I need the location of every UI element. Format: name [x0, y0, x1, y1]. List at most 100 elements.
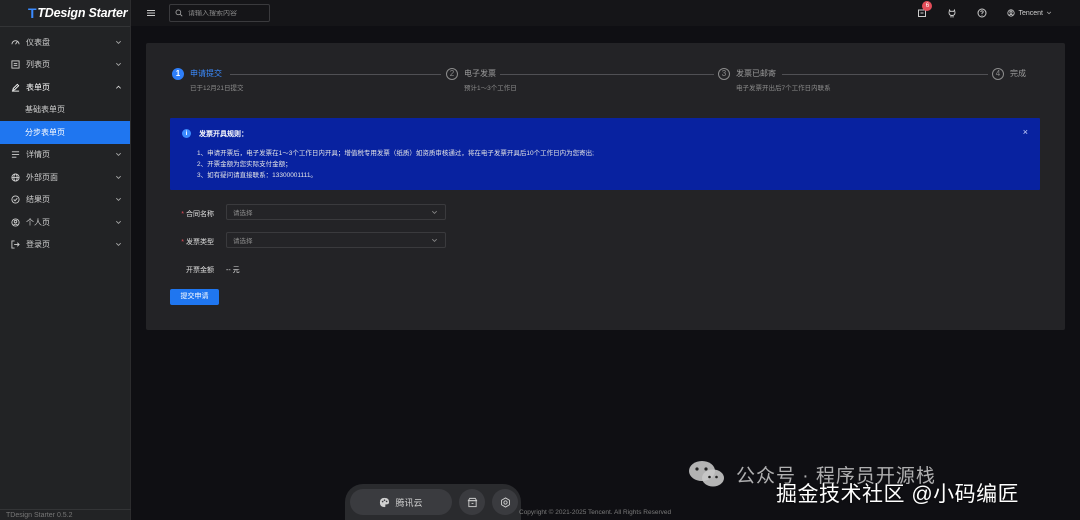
- chevron-down-icon: [116, 175, 121, 179]
- logo-text: TDesign Starter: [37, 6, 128, 20]
- sidebar-item-list[interactable]: 列表页: [0, 54, 130, 77]
- sidebar-item-label: 详情页: [26, 150, 50, 160]
- sidebar-subitem-basic-form[interactable]: 基础表单页: [0, 99, 130, 122]
- step-number: 2: [446, 68, 458, 80]
- detail-icon: [11, 150, 20, 159]
- sidebar-item-detail[interactable]: 详情页: [0, 144, 130, 167]
- logout-icon: [11, 240, 20, 249]
- invoice-amount-value: -- 元: [226, 267, 240, 274]
- alert-title: 发票开具规则：: [199, 131, 248, 138]
- user-name: Tencent: [1018, 9, 1043, 17]
- top-header: 6 Tencent: [131, 0, 1080, 26]
- submit-application-button[interactable]: 提交申请: [170, 289, 219, 305]
- step-number: 1: [172, 68, 184, 80]
- logo-mark: T: [28, 5, 37, 21]
- sidebar-item-login[interactable]: 登录页: [0, 234, 130, 257]
- contract-name-select[interactable]: 请选择: [226, 204, 446, 220]
- step-description: 电子发票开出后7个工作日内联系: [736, 85, 831, 92]
- step-number: 3: [718, 68, 730, 80]
- store-icon[interactable]: [459, 489, 485, 515]
- sidebar-item-label: 外部页面: [26, 172, 58, 182]
- chevron-down-icon: [432, 238, 437, 242]
- required-mark: *: [181, 211, 184, 218]
- step-number: 4: [992, 68, 1004, 80]
- select-placeholder: 请选择: [233, 210, 253, 217]
- dashboard-icon: [11, 38, 20, 47]
- invoice-type-select[interactable]: 请选择: [226, 232, 446, 248]
- chevron-down-icon: [116, 153, 121, 157]
- user-icon: [11, 218, 20, 227]
- step-form-card: 1 申请提交 已于12月21日提交 2 电子发票 预计1～3个工作日 3 发票已…: [146, 43, 1065, 330]
- step-4[interactable]: 4 完成: [992, 68, 1026, 80]
- github-icon[interactable]: [947, 8, 957, 18]
- floating-toolbar: 腾讯云: [345, 484, 521, 520]
- user-menu[interactable]: Tencent: [1007, 9, 1055, 17]
- sidebar-item-personal[interactable]: 个人页: [0, 211, 130, 234]
- search-icon: [175, 9, 183, 17]
- invoice-type-label: * 发票类型: [181, 239, 214, 246]
- sidebar-item-label: 结果页: [26, 195, 50, 205]
- required-mark: *: [181, 239, 184, 246]
- contract-name-label: * 合同名称: [181, 211, 214, 218]
- info-icon: i: [182, 129, 191, 138]
- step-description: 已于12月21日提交: [190, 85, 244, 92]
- select-placeholder: 请选择: [233, 238, 253, 245]
- chevron-up-icon: [116, 85, 121, 89]
- chevron-down-icon: [116, 63, 121, 67]
- sidebar-item-form[interactable]: 表单页: [0, 76, 130, 99]
- step-connector: [500, 74, 714, 75]
- sidebar-item-label: 仪表盘: [26, 37, 50, 47]
- sidebar-item-dashboard[interactable]: 仪表盘: [0, 31, 130, 54]
- sidebar-subitem-step-form[interactable]: 分步表单页: [0, 121, 130, 144]
- user-avatar-icon: [1007, 9, 1016, 17]
- app-logo[interactable]: T TDesign Starter: [0, 0, 130, 26]
- notification-badge: 6: [922, 1, 933, 11]
- chevron-down-icon: [116, 40, 121, 44]
- settings-icon[interactable]: [492, 489, 518, 515]
- invoice-amount-label: 开票金额: [186, 267, 214, 274]
- alert-line: 3、如有疑问请直接联系：13300001111。: [197, 172, 317, 179]
- help-icon[interactable]: [977, 8, 987, 18]
- copyright-text: Copyright © 2021-2025 Tencent. All Right…: [519, 509, 672, 516]
- sidebar: T TDesign Starter 仪表盘 列表页 表单页 基础表单页 分步表单…: [0, 0, 131, 520]
- alert-line: 1、申请开票后，电子发票在1～3个工作日内开具；增值税专用发票（纸质）如资质审核…: [197, 150, 594, 157]
- invoice-rules-alert: i 发票开具规则： 1、申请开票后，电子发票在1～3个工作日内开具；增值税专用发…: [170, 118, 1040, 190]
- search-box[interactable]: [169, 4, 270, 22]
- app-version: TDesign Starter 0.5.2: [6, 512, 73, 519]
- menu-toggle-icon[interactable]: [146, 8, 156, 18]
- chevron-down-icon: [432, 210, 437, 214]
- sidebar-item-label: 表单页: [26, 82, 50, 92]
- list-icon: [11, 60, 20, 69]
- close-icon[interactable]: ×: [1023, 127, 1028, 137]
- sidebar-item-label: 列表页: [26, 60, 50, 70]
- notification-icon[interactable]: 6: [917, 1, 933, 18]
- header-actions: 6 Tencent: [917, 0, 1080, 26]
- alert-line: 2、开票金额为您实际支付金额；: [197, 161, 292, 168]
- sidebar-item-label: 登录页: [26, 240, 50, 250]
- step-description: 预计1～3个工作日: [464, 85, 517, 92]
- tencent-cloud-label: 腾讯云: [395, 497, 423, 508]
- globe-icon: [11, 173, 20, 182]
- chevron-down-icon: [116, 198, 121, 202]
- wechat-icon: [689, 461, 724, 487]
- step-connector: [230, 74, 441, 75]
- sidebar-item-external[interactable]: 外部页面: [0, 166, 130, 189]
- step-1[interactable]: 1 申请提交 已于12月21日提交: [172, 68, 243, 92]
- chevron-down-icon: [1046, 11, 1052, 15]
- check-circle-icon: [11, 195, 20, 204]
- step-connector: [782, 74, 988, 75]
- sidebar-footer-divider: [0, 509, 131, 510]
- sidebar-item-label: 个人页: [26, 217, 50, 227]
- logo-divider: [0, 26, 130, 27]
- palette-icon: [380, 497, 390, 507]
- search-input[interactable]: [188, 9, 268, 17]
- step-2[interactable]: 2 电子发票 预计1～3个工作日: [446, 68, 517, 92]
- tencent-cloud-button[interactable]: 腾讯云: [350, 489, 452, 515]
- edit-icon: [11, 83, 20, 92]
- sidebar-item-result[interactable]: 结果页: [0, 189, 130, 212]
- step-3[interactable]: 3 发票已邮寄 电子发票开出后7个工作日内联系: [718, 68, 831, 92]
- chevron-down-icon: [116, 243, 121, 247]
- watermark-juejin: 掘金技术社区 @小码编匠: [776, 483, 1020, 506]
- chevron-down-icon: [116, 220, 121, 224]
- step-title: 完成: [1010, 69, 1026, 78]
